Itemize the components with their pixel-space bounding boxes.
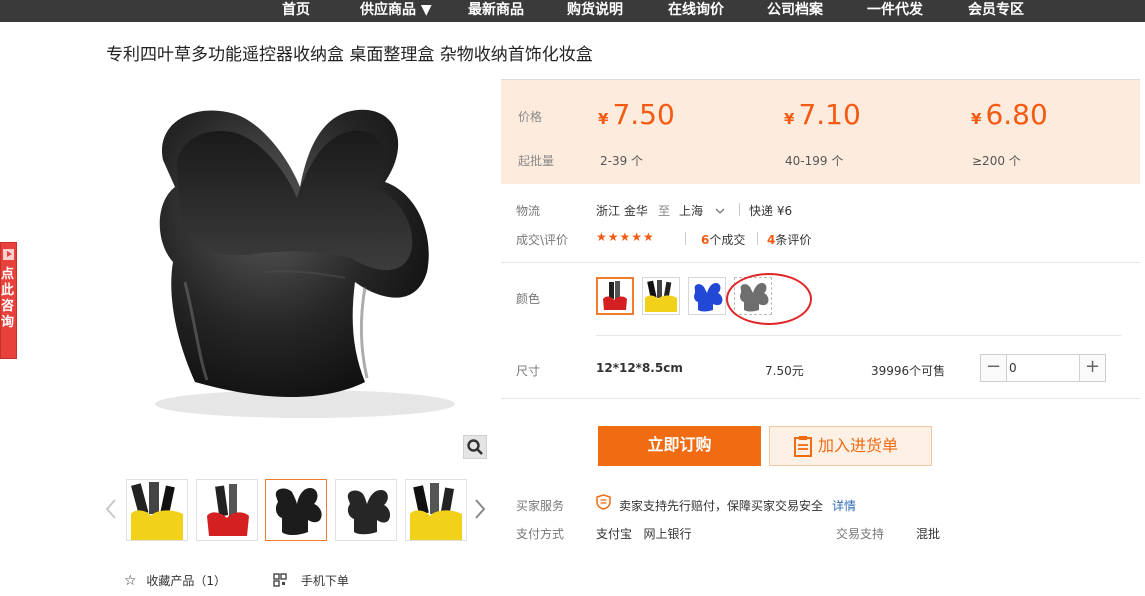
nav-members[interactable]: 会员专区 (968, 0, 1024, 22)
color-divider (596, 335, 1121, 336)
color-option-blue[interactable] (688, 277, 726, 315)
rating-stars: ★★★★★ (596, 230, 655, 244)
thumbnail-yellow-image (131, 482, 183, 540)
currency-symbol: ¥ (971, 110, 982, 128)
nav-home[interactable]: 首页 (282, 0, 310, 22)
thumbnail-yellow[interactable] (126, 479, 188, 541)
top-nav: 首页 供应商品 ▼ 最新商品 购货说明 在线询价 公司档案 一件代发 会员专区 (0, 0, 1145, 22)
clipboard-icon (794, 436, 812, 457)
price-tier-2-range: 40-199 个 (785, 154, 844, 168)
nav-company[interactable]: 公司档案 (767, 0, 823, 22)
shield-icon (596, 494, 611, 510)
consult-side-tab[interactable]: 点此咨询 (0, 242, 17, 359)
thumb-prev-arrow[interactable] (105, 498, 117, 520)
price-tier-1-range: 2-39 个 (600, 154, 644, 168)
nav-dropship[interactable]: 一件代发 (867, 0, 923, 22)
price-tier-3: ¥6.80 (971, 100, 1048, 134)
payment-methods: 支付宝 网上银行 (596, 527, 692, 541)
color-red-image (603, 281, 627, 310)
currency-symbol: ¥ (784, 110, 795, 128)
trade-support-label: 交易支持 (836, 527, 885, 541)
reviews-label: 成交\评价 (516, 233, 569, 247)
color-option-red[interactable] (596, 277, 634, 315)
qrcode-icon (273, 573, 287, 587)
page-title: 专利四叶草多功能遥控器收纳盒 桌面整理盒 杂物收纳首饰化妆盒 (106, 45, 593, 65)
thumb-next-arrow[interactable] (474, 498, 486, 520)
logistics-label: 物流 (516, 204, 541, 218)
quantity-input[interactable] (1009, 358, 1077, 378)
thumbnail-black-selected[interactable] (265, 479, 327, 541)
price-tier-2-value: 7.10 (798, 98, 861, 131)
color-yellow-image (645, 280, 677, 312)
size-price: 7.50元 (765, 364, 804, 378)
quantity-minus-button[interactable]: − (981, 355, 1007, 381)
star-outline-icon: ☆ (124, 573, 137, 589)
size-label: 尺寸 (516, 364, 541, 378)
price-tier-3-value: 6.80 (985, 98, 1048, 131)
logistics-destination-select[interactable]: 上海 (679, 202, 725, 219)
chevron-down-icon (715, 208, 725, 214)
price-tier-1-value: 7.50 (612, 98, 675, 131)
logistics-divider (739, 203, 740, 216)
reviews-suffix: 条评价 (775, 233, 812, 247)
favorite-label: 收藏产品（1） (146, 574, 227, 588)
logistics-destination: 上海 (679, 204, 704, 218)
nav-latest[interactable]: 最新商品 (468, 0, 524, 22)
shipping-fee: 快递 ¥6 (749, 204, 793, 218)
nav-inquiry[interactable]: 在线询价 (668, 0, 724, 22)
price-tier-3-range: ≥200 个 (972, 154, 1021, 168)
search-icon (467, 439, 483, 455)
logistics-to-word: 至 (658, 204, 671, 218)
thumbnail-black-image (275, 488, 322, 535)
price-label: 价格 (518, 110, 543, 124)
price-tier-1: ¥7.50 (598, 100, 675, 134)
thumbnail-yellow-2-image (410, 483, 462, 540)
thumbnail-red[interactable] (196, 479, 258, 541)
product-main-image (155, 109, 455, 418)
price-tier-2: ¥7.10 (784, 100, 861, 134)
logistics-from: 浙江 金华 (596, 204, 648, 218)
payment-label: 支付方式 (516, 527, 565, 541)
service-text: 卖家支持先行赔付，保障买家交易安全 (619, 499, 824, 513)
consult-side-tab-label: 点此咨询 (1, 267, 15, 330)
thumbnail-black-2-image (347, 490, 391, 535)
color-blue-image (694, 283, 723, 312)
arrow-right-icon (3, 249, 14, 260)
trade-support-value: 混批 (916, 527, 941, 541)
thumbnail-black-2[interactable] (335, 479, 397, 541)
thumbnail-red-image (207, 484, 249, 536)
currency-symbol: ¥ (598, 110, 609, 128)
size-stock: 39996个可售 (871, 364, 946, 378)
size-divider (501, 398, 1140, 399)
price-panel: 价格 起批量 ¥7.50 ¥7.10 ¥6.80 2-39 个 40-199 个… (501, 79, 1140, 184)
zoom-button[interactable] (463, 435, 487, 459)
color-option-yellow[interactable] (642, 277, 680, 315)
service-details-link[interactable]: 详情 (832, 497, 856, 514)
color-label: 颜色 (516, 292, 541, 306)
annotation-circle (726, 273, 812, 325)
add-to-cart-button[interactable]: 加入进货单 (769, 426, 932, 466)
service-label: 买家服务 (516, 499, 565, 513)
size-value: 12*12*8.5cm (596, 361, 683, 375)
nav-purchase-guide[interactable]: 购货说明 (567, 0, 623, 22)
add-to-cart-label: 加入进货单 (818, 436, 899, 455)
favorite-link[interactable]: ☆ 收藏产品（1） (124, 572, 226, 589)
reviews-count-link[interactable]: 4条评价 (767, 231, 811, 248)
quantity-stepper: − + (980, 354, 1106, 382)
deals-count-link[interactable]: 6个成交 (701, 231, 745, 248)
reviews-divider (685, 232, 686, 245)
nav-products[interactable]: 供应商品 ▼ (360, 0, 432, 22)
quantity-plus-button[interactable]: + (1079, 355, 1105, 381)
thumbnail-yellow-2[interactable] (405, 479, 467, 541)
buy-now-button[interactable]: 立即订购 (598, 426, 761, 466)
moq-label: 起批量 (518, 154, 555, 168)
section-divider (501, 262, 1140, 263)
deals-suffix: 个成交 (709, 233, 746, 247)
mobile-order-label: 手机下单 (300, 574, 349, 588)
mobile-order-link[interactable]: 手机下单 (273, 572, 349, 589)
reviews-divider-2 (757, 232, 758, 245)
